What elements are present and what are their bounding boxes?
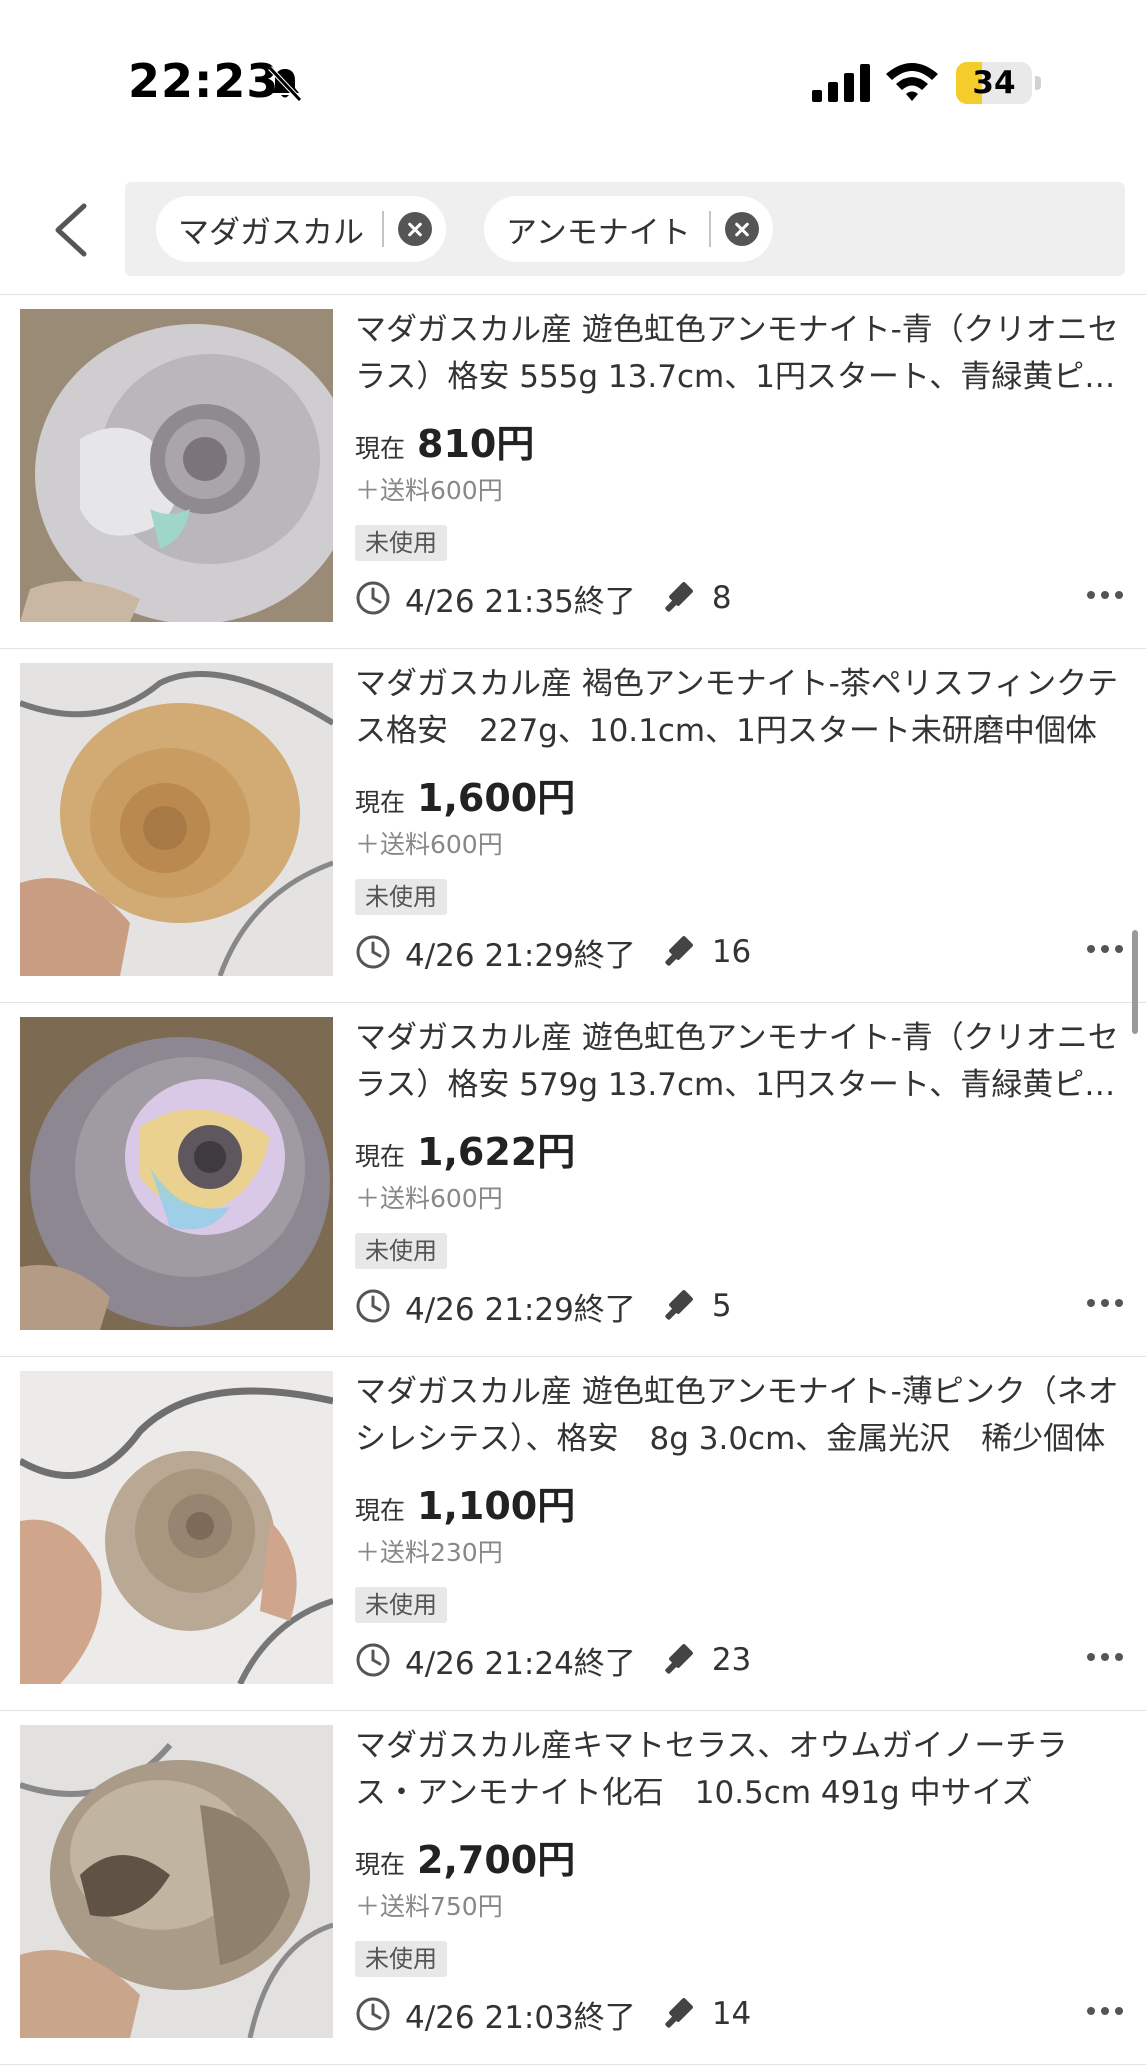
price-label: 現在 bbox=[355, 1142, 406, 1171]
clock-icon bbox=[356, 1289, 390, 1323]
gavel-icon bbox=[665, 1998, 693, 2028]
item-title[interactable]: マダガスカル産 遊色虹色アンモナイト-青（クリオニセラス）格安 555g 13.… bbox=[355, 307, 1125, 401]
current-price: 1,622円 bbox=[417, 1130, 576, 1174]
bell-slash-icon bbox=[268, 66, 302, 102]
price-label: 現在 bbox=[355, 434, 406, 463]
condition-badge: 未使用 bbox=[355, 1941, 447, 1977]
price-row: 現在 810円 bbox=[355, 413, 535, 466]
item-photo[interactable] bbox=[20, 1017, 333, 1330]
item-title[interactable]: マダガスカル産 遊色虹色アンモナイト-青（クリオニセラス）格安 579g 13.… bbox=[355, 1015, 1125, 1109]
price-row: 現在 1,622円 bbox=[355, 1121, 576, 1174]
current-price: 1,100円 bbox=[417, 1484, 576, 1528]
current-price: 2,700円 bbox=[417, 1838, 576, 1882]
more-icon[interactable] bbox=[1085, 1293, 1125, 1313]
price-row: 現在 1,600円 bbox=[355, 767, 576, 820]
shipping-fee: ＋送料600円 bbox=[355, 476, 503, 505]
condition-badge: 未使用 bbox=[355, 1233, 447, 1269]
status-bar: 22:23 34 bbox=[0, 0, 1146, 150]
list-item[interactable]: マダガスカル産 褐色アンモナイト-茶ペリスフィンクテス格安 227g、10.1c… bbox=[0, 649, 1146, 1003]
gavel-icon bbox=[665, 936, 693, 966]
bid-count: 16 bbox=[711, 934, 752, 970]
bid-count: 14 bbox=[711, 1996, 752, 2032]
status-time: 22:23 bbox=[128, 54, 280, 108]
wifi-icon bbox=[886, 63, 938, 101]
chevron-left-icon[interactable] bbox=[46, 198, 102, 262]
end-time: 4/26 21:03終了 bbox=[405, 1999, 636, 2036]
bid-count: 5 bbox=[711, 1288, 732, 1324]
clock-icon bbox=[356, 935, 390, 969]
item-title[interactable]: マダガスカル産 褐色アンモナイト-茶ペリスフィンクテス格安 227g、10.1c… bbox=[355, 661, 1125, 755]
price-row: 現在 2,700円 bbox=[355, 1829, 576, 1882]
condition-badge: 未使用 bbox=[355, 1587, 447, 1623]
current-price: 810円 bbox=[417, 422, 535, 466]
search-chip-ammonite[interactable]: アンモナイト bbox=[484, 196, 773, 262]
condition-badge: 未使用 bbox=[355, 525, 447, 561]
price-label: 現在 bbox=[355, 1850, 406, 1879]
clock-icon bbox=[356, 1997, 390, 2031]
bid-count: 8 bbox=[711, 580, 732, 616]
gavel-icon bbox=[665, 1290, 693, 1320]
list-item[interactable]: マダガスカル産キマトセラス、オウムガイノーチラス・アンモナイト化石 10.5cm… bbox=[0, 1711, 1146, 2065]
search-chip-madagascar[interactable]: マダガスカル bbox=[156, 196, 446, 262]
item-meta: 4/26 21:03終了 14 bbox=[355, 1991, 751, 2037]
more-icon[interactable] bbox=[1085, 939, 1125, 959]
battery-indicator: 34 bbox=[956, 62, 1042, 104]
item-photo[interactable] bbox=[20, 663, 333, 976]
chip-label: アンモナイト bbox=[506, 214, 691, 251]
cellular-signal-icon bbox=[812, 64, 870, 102]
price-label: 現在 bbox=[355, 1496, 406, 1525]
item-meta: 4/26 21:35終了 8 bbox=[355, 575, 732, 621]
item-meta: 4/26 21:24終了 23 bbox=[355, 1637, 751, 1683]
search-box[interactable]: マダガスカル アンモナイト bbox=[125, 182, 1125, 276]
gavel-icon bbox=[665, 582, 693, 612]
item-title[interactable]: マダガスカル産 遊色虹色アンモナイト-薄ピンク（ネオシレシテス）、格安 8g 3… bbox=[355, 1369, 1125, 1463]
end-time: 4/26 21:24終了 bbox=[405, 1645, 636, 1682]
battery-percentage: 34 bbox=[972, 65, 1016, 101]
item-photo[interactable] bbox=[20, 1725, 333, 2038]
shipping-fee: ＋送料600円 bbox=[355, 830, 503, 859]
gavel-icon bbox=[665, 1644, 693, 1674]
more-icon[interactable] bbox=[1085, 1647, 1125, 1667]
condition-badge: 未使用 bbox=[355, 879, 447, 915]
shipping-fee: ＋送料600円 bbox=[355, 1184, 503, 1213]
chip-label: マダガスカル bbox=[178, 214, 364, 251]
chip-divider bbox=[708, 211, 711, 247]
more-icon[interactable] bbox=[1085, 2001, 1125, 2021]
end-time: 4/26 21:29終了 bbox=[405, 1291, 636, 1328]
price-row: 現在 1,100円 bbox=[355, 1475, 576, 1528]
search-header: マダガスカル アンモナイト bbox=[0, 170, 1146, 295]
item-photo[interactable] bbox=[20, 309, 333, 622]
shipping-fee: ＋送料230円 bbox=[355, 1538, 503, 1567]
end-time: 4/26 21:35終了 bbox=[405, 583, 636, 620]
auction-listing: マダガスカル産 遊色虹色アンモナイト-青（クリオニセラス）格安 555g 13.… bbox=[0, 295, 1146, 2065]
list-item[interactable]: マダガスカル産 遊色虹色アンモナイト-薄ピンク（ネオシレシテス）、格安 8g 3… bbox=[0, 1357, 1146, 1711]
item-photo[interactable] bbox=[20, 1371, 333, 1684]
item-meta: 4/26 21:29終了 5 bbox=[355, 1283, 732, 1329]
item-meta: 4/26 21:29終了 16 bbox=[355, 929, 751, 975]
price-label: 現在 bbox=[355, 788, 406, 817]
clock-icon bbox=[356, 581, 390, 615]
more-icon[interactable] bbox=[1085, 585, 1125, 605]
item-title[interactable]: マダガスカル産キマトセラス、オウムガイノーチラス・アンモナイト化石 10.5cm… bbox=[355, 1723, 1125, 1817]
scrollbar[interactable] bbox=[1132, 930, 1138, 1034]
chip-divider bbox=[382, 211, 384, 247]
shipping-fee: ＋送料750円 bbox=[355, 1892, 503, 1921]
x-circle-icon[interactable] bbox=[398, 212, 432, 246]
bid-count: 23 bbox=[711, 1642, 752, 1678]
list-item[interactable]: マダガスカル産 遊色虹色アンモナイト-青（クリオニセラス）格安 579g 13.… bbox=[0, 1003, 1146, 1357]
current-price: 1,600円 bbox=[417, 776, 576, 820]
end-time: 4/26 21:29終了 bbox=[405, 937, 636, 974]
clock-icon bbox=[356, 1643, 390, 1677]
x-circle-icon[interactable] bbox=[724, 212, 759, 246]
list-item[interactable]: マダガスカル産 遊色虹色アンモナイト-青（クリオニセラス）格安 555g 13.… bbox=[0, 295, 1146, 649]
